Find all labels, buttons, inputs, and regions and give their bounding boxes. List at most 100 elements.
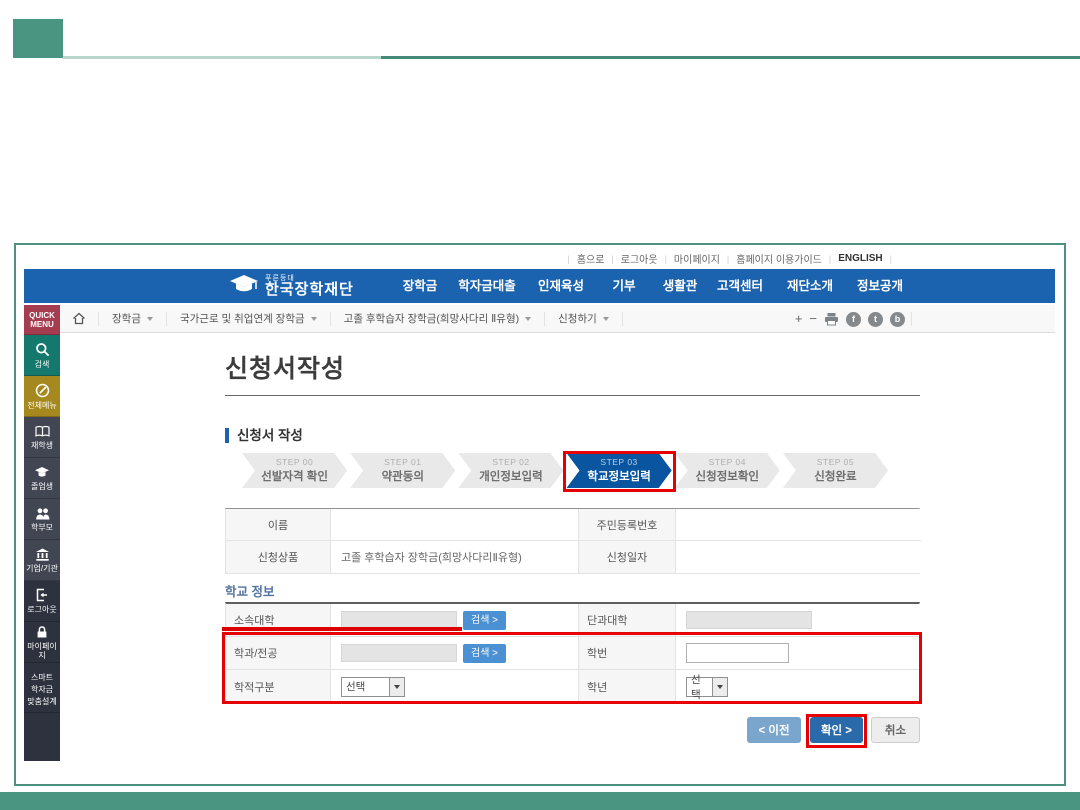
apply-date-label: 신청일자	[579, 541, 676, 573]
step-number: STEP 00	[276, 457, 313, 467]
lock-icon	[35, 625, 49, 639]
sidebar-filler	[24, 713, 60, 761]
link-home[interactable]: 홈으로	[577, 251, 605, 266]
breadcrumb-label: 장학금	[112, 311, 141, 326]
grade-select[interactable]: 선택	[686, 677, 728, 697]
compass-icon	[35, 383, 50, 398]
sidebar-item-label: 졸업생	[31, 482, 53, 491]
confirm-button[interactable]: 확인 >	[810, 717, 863, 743]
major-label: 학과/전공	[226, 637, 331, 670]
cancel-button[interactable]: 취소	[871, 717, 920, 743]
link-mypage[interactable]: 마이페이지	[674, 251, 720, 266]
link-logout[interactable]: 로그아웃	[621, 251, 658, 266]
gradcap-logo-icon	[229, 274, 259, 296]
school-info-title: 학교 정보	[225, 581, 274, 600]
college-label: 단과대학	[579, 604, 676, 637]
title-divider	[225, 395, 920, 396]
resident-number-label: 주민등록번호	[579, 509, 676, 541]
step-number: STEP 04	[709, 457, 746, 467]
sidebar-item-label: 검색	[35, 360, 50, 369]
major-cell: 검색 >	[331, 637, 579, 670]
student-id-input[interactable]	[686, 643, 789, 663]
logout-icon	[35, 588, 50, 602]
enrollment-status-label: 학적구분	[226, 670, 331, 703]
select-value: 선택	[342, 679, 389, 694]
book-icon	[35, 425, 50, 438]
product-label: 신청상품	[226, 541, 331, 573]
sidebar-item-parents[interactable]: 학부모	[24, 499, 60, 540]
sidebar-item-enrolled-student[interactable]: 재학생	[24, 417, 60, 458]
quick-label: QUICK	[29, 311, 55, 320]
university-label: 소속대학	[226, 604, 331, 637]
sidebar-item-label: 마이페이지	[24, 642, 60, 660]
section-title: 신청서 작성	[225, 428, 303, 443]
nav-scholarship[interactable]: 장학금	[403, 269, 438, 303]
sidebar-item-label: 재학생	[31, 441, 53, 450]
select-value: 선택	[687, 672, 712, 702]
bank-icon	[35, 548, 50, 561]
step-label: 신청정보확인	[696, 468, 759, 484]
university-search-button[interactable]: 검색 >	[463, 611, 506, 630]
chevron-down-icon	[147, 317, 153, 321]
nav-about[interactable]: 재단소개	[787, 269, 833, 303]
sidebar-item-label: 로그아웃	[27, 605, 56, 614]
grade-label: 학년	[579, 670, 676, 703]
school-info-table: 소속대학 검색 > 단과대학 학과/전공 검색 > 학번 학적구분 선택	[225, 602, 920, 704]
header-rule-dark	[381, 56, 1080, 59]
link-site-guide[interactable]: 홈페이지 이용가이드	[736, 251, 822, 266]
portal-frame: | 홈으로 | 로그아웃 | 마이페이지 | 홈페이지 이용가이드 | ENGL…	[14, 243, 1066, 786]
main-content: 신청서작성 신청서 작성 STEP 00 선발자격 확인 STEP 01 약관동…	[225, 305, 920, 745]
divider: |	[567, 254, 569, 264]
main-navbar: 푸른등대 한국장학재단 장학금 학자금대출 인재육성 기부 생활관 고객센터 재…	[24, 269, 1055, 303]
gradcap-icon	[34, 466, 50, 479]
sidebar-item-label: 맞춤설계	[27, 697, 56, 706]
nav-customer-center[interactable]: 고객센터	[717, 269, 763, 303]
breadcrumb-item-scholarship[interactable]: 장학금	[99, 312, 167, 326]
quick-menu-sidebar: QUICK MENU 검색 전체메뉴	[24, 305, 60, 761]
step-number: STEP 01	[384, 457, 421, 467]
header-rule-light	[63, 56, 381, 59]
prev-button[interactable]: < 이전	[747, 717, 801, 743]
sidebar-item-smart-planner[interactable]: 스마트 학자금 맞춤설계	[24, 663, 60, 713]
nav-disclosure[interactable]: 정보공개	[857, 269, 903, 303]
step-03-active: STEP 03 학교정보입력	[567, 453, 672, 488]
divider: |	[665, 254, 667, 264]
nav-talent[interactable]: 인재육성	[538, 269, 584, 303]
quick-menu-badge: QUICK MENU	[24, 305, 60, 335]
major-search-button[interactable]: 검색 >	[463, 644, 506, 663]
name-value	[331, 509, 579, 541]
divider: |	[611, 254, 613, 264]
enrollment-status-cell: 선택	[331, 670, 579, 703]
sidebar-item-mypage[interactable]: 마이페이지	[24, 622, 60, 663]
university-input[interactable]	[341, 611, 457, 629]
step-05: STEP 05 신청완료	[783, 453, 888, 488]
sidebar-item-logout[interactable]: 로그아웃	[24, 581, 60, 622]
nav-donation[interactable]: 기부	[612, 269, 635, 303]
student-id-cell	[676, 637, 921, 670]
sidebar-item-label: 학자금	[31, 685, 53, 694]
step-number: STEP 02	[492, 457, 529, 467]
sidebar-item-label: 학부모	[31, 523, 53, 532]
sidebar-item-search[interactable]: 검색	[24, 335, 60, 376]
step-02: STEP 02 개인정보입력	[458, 453, 563, 488]
grade-cell: 선택	[676, 670, 921, 703]
home-icon[interactable]	[60, 312, 99, 326]
step-label: 선발자격 확인	[261, 468, 328, 484]
kosaf-logo[interactable]: 푸른등대 한국장학재단	[229, 273, 354, 297]
step-04: STEP 04 신청정보확인	[675, 453, 780, 488]
link-english[interactable]: ENGLISH	[838, 253, 882, 264]
nav-dormitory[interactable]: 생활관	[663, 269, 698, 303]
applicant-info-table: 이름 주민등록번호 신청상품 고졸 후학습자 장학금(희망사다리Ⅱ유형) 신청일…	[225, 508, 920, 574]
college-input[interactable]	[686, 611, 812, 629]
step-label: 학교정보입력	[587, 468, 650, 484]
sidebar-item-all-menu[interactable]: 전체메뉴	[24, 376, 60, 417]
step-number: STEP 05	[817, 457, 854, 467]
nav-student-loan[interactable]: 학자금대출	[458, 269, 516, 303]
name-label: 이름	[226, 509, 331, 541]
search-icon	[35, 342, 50, 357]
sidebar-item-corporation[interactable]: 기업/기관	[24, 540, 60, 581]
major-input[interactable]	[341, 644, 457, 662]
sidebar-item-graduate[interactable]: 졸업생	[24, 458, 60, 499]
sidebar-item-label: 기업/기관	[26, 564, 58, 573]
enrollment-status-select[interactable]: 선택	[341, 677, 405, 697]
